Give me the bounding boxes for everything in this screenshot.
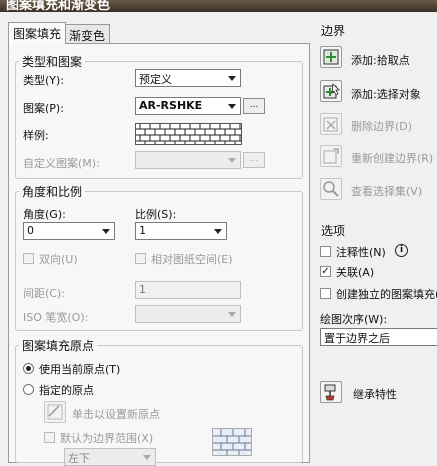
options-title: 选项 — [321, 224, 346, 238]
annotative-label: 注释性(N) — [336, 246, 386, 259]
pattern-browse-button[interactable]: ... — [243, 98, 265, 114]
custom-pattern-select[interactable] — [135, 151, 241, 169]
remove-boundaries-button[interactable] — [320, 113, 342, 135]
separate-hatches-checkbox[interactable] — [320, 288, 331, 299]
set-origin-label: 单击以设置新原点 — [72, 408, 160, 421]
view-selections-label: 查看选择集(V) — [351, 185, 423, 198]
info-icon[interactable]: i — [395, 244, 408, 257]
associative-checkbox[interactable]: ✓ — [320, 266, 331, 277]
remove-boundaries-label: 删除边界(D) — [351, 120, 413, 133]
angle-label: 角度(G): — [23, 208, 66, 221]
pattern-swatch-graphic — [136, 124, 241, 144]
pattern-select-value: AR-RSHKE — [139, 99, 203, 112]
custom-pattern-browse-button[interactable]: ... — [243, 152, 265, 168]
default-extent-checkbox[interactable] — [44, 432, 55, 443]
type-label: 类型(Y): — [23, 74, 65, 87]
window-titlebar: 图案填充和渐变色 — [0, 0, 437, 12]
chevron-down-icon — [214, 229, 222, 234]
separate-hatches-label: 创建独立的图案填充(H) — [336, 288, 437, 301]
add-select-objects-button[interactable] — [320, 80, 342, 102]
annotative-checkbox[interactable] — [320, 246, 331, 257]
pick-point-icon — [323, 49, 339, 65]
spacing-label: 间距(C): — [23, 287, 65, 300]
chevron-down-icon — [228, 158, 236, 163]
double-label: 双向(U) — [39, 253, 78, 266]
default-extent-label: 默认为边界范围(X) — [60, 432, 154, 445]
inherit-properties-button[interactable] — [320, 381, 342, 403]
recreate-boundary-label: 重新创建边界(R) — [351, 152, 434, 165]
scale-value: 1 — [139, 224, 146, 237]
draw-order-label: 绘图次序(W): — [320, 313, 388, 326]
extent-position-select[interactable]: 左下 — [64, 448, 156, 466]
tab-gradient-label: 渐变色 — [69, 29, 106, 43]
origin-preview-graphic — [213, 429, 251, 455]
angle-select[interactable]: 0 — [23, 222, 115, 240]
select-objects-icon — [323, 83, 340, 99]
tab-hatch[interactable]: 图案填充 — [8, 22, 67, 44]
associative-label: 关联(A) — [336, 266, 375, 279]
paper-space-label: 相对图纸空间(E) — [151, 253, 233, 266]
draw-order-select[interactable]: 置于边界之后 — [320, 328, 437, 346]
pattern-label: 图案(P): — [23, 102, 64, 115]
paper-space-checkbox[interactable] — [135, 253, 146, 264]
use-current-origin-label: 使用当前原点(T) — [39, 363, 121, 376]
type-select-value: 预定义 — [139, 73, 172, 86]
double-checkbox[interactable] — [23, 253, 34, 264]
angle-scale-title: 角度和比例 — [19, 183, 86, 200]
magnifier-icon — [323, 181, 339, 197]
inherit-properties-label: 继承特性 — [353, 388, 397, 401]
add-pick-points-button[interactable] — [320, 46, 342, 68]
scale-select[interactable]: 1 — [135, 222, 227, 240]
use-current-origin-radio[interactable] — [23, 363, 34, 374]
iso-pen-width-label: ISO 笔宽(O): — [23, 311, 89, 324]
chevron-down-icon — [102, 229, 110, 234]
specified-origin-label: 指定的原点 — [39, 384, 94, 397]
window-title: 图案填充和渐变色 — [6, 0, 111, 12]
angle-value: 0 — [27, 224, 34, 237]
boundaries-title: 边界 — [321, 24, 346, 38]
crosshair-icon — [47, 404, 63, 420]
swatch-label: 样例: — [23, 129, 49, 142]
origin-title: 图案填充原点 — [19, 337, 98, 354]
type-pattern-title: 类型和图案 — [19, 53, 86, 70]
pattern-select[interactable]: AR-RSHKE — [135, 97, 241, 115]
spacing-field[interactable]: 1 — [135, 281, 241, 299]
tab-hatch-label: 图案填充 — [13, 27, 62, 41]
remove-boundary-icon — [323, 117, 338, 132]
tab-gradient[interactable]: 渐变色 — [64, 24, 111, 44]
type-select[interactable]: 预定义 — [135, 69, 241, 87]
add-select-objects-label: 添加:选择对象 — [351, 88, 421, 101]
recreate-boundary-icon — [323, 148, 339, 164]
extent-position-value: 左下 — [68, 452, 90, 465]
inherit-brush-icon — [324, 384, 336, 401]
info-icon-glyph: i — [399, 245, 404, 255]
chevron-down-icon — [228, 312, 236, 317]
view-selections-button[interactable] — [320, 178, 342, 200]
recreate-boundary-button[interactable] — [320, 145, 342, 167]
pattern-swatch[interactable] — [135, 123, 242, 145]
spacing-value: 1 — [139, 283, 146, 296]
add-pick-points-label: 添加:拾取点 — [351, 54, 410, 67]
specified-origin-radio[interactable] — [23, 384, 34, 395]
chevron-down-icon — [228, 76, 236, 81]
origin-preview — [212, 428, 252, 456]
draw-order-value: 置于边界之后 — [324, 332, 390, 345]
custom-pattern-label: 自定义图案(M): — [23, 157, 100, 170]
set-origin-button[interactable] — [44, 401, 66, 423]
chevron-down-icon — [228, 104, 236, 109]
scale-label: 比例(S): — [135, 208, 177, 221]
iso-pen-width-select[interactable] — [135, 305, 241, 323]
